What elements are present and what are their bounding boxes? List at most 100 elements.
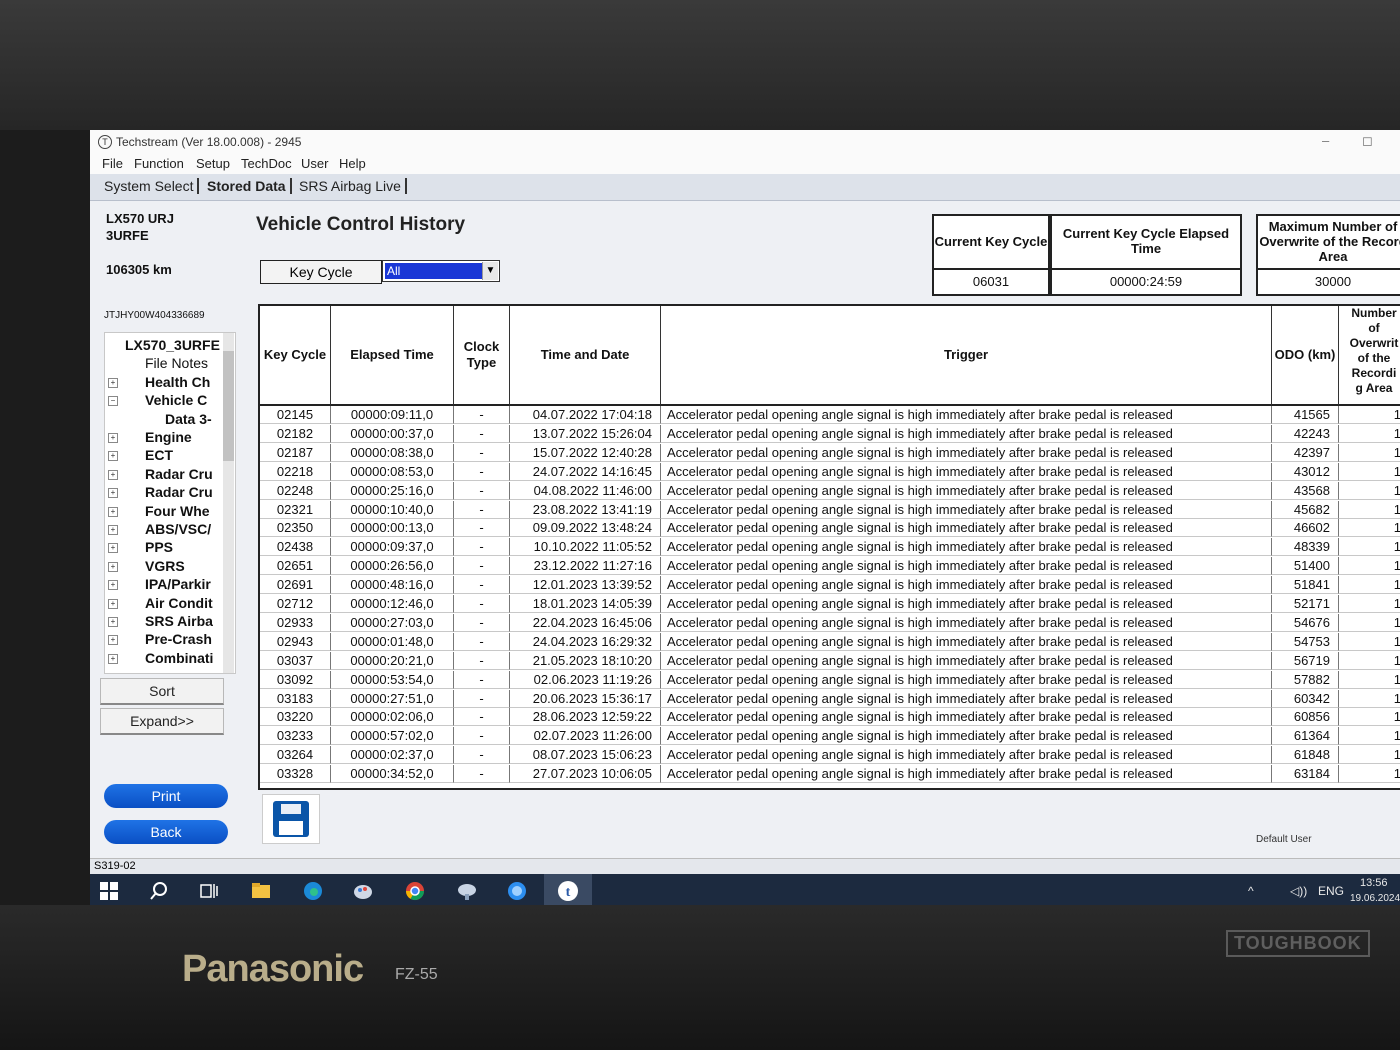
back-button[interactable]: Back xyxy=(104,820,228,844)
expand-icon[interactable]: + xyxy=(108,617,118,627)
table-row[interactable]: 02933 00000:27:03,0-22.04.2023 16:45:06 Ac… xyxy=(260,613,1400,632)
tab-system-select[interactable]: System Select xyxy=(100,178,200,194)
col-header-time-date[interactable]: Time and Date xyxy=(510,306,661,406)
table-row[interactable]: 02182 00000:00:37,0-13.07.2022 15:26:04 Ac… xyxy=(260,424,1400,443)
expand-icon[interactable]: + xyxy=(108,433,118,443)
col-header-trigger[interactable]: Trigger xyxy=(661,306,1272,406)
expand-icon[interactable]: + xyxy=(108,469,118,480)
table-row[interactable]: 03183 00000:27:51,0-20.06.2023 15:36:17 Ac… xyxy=(260,689,1400,708)
tree-item[interactable]: File Notes xyxy=(105,355,223,373)
expand-icon[interactable]: + xyxy=(108,580,118,591)
menu-help[interactable]: Help xyxy=(339,156,366,171)
cell-elapsed-time: 00000:09:37,0 xyxy=(331,538,454,557)
table-row[interactable]: 02943 00000:01:48,0-24.04.2023 16:29:32 Ac… xyxy=(260,632,1400,651)
expand-icon[interactable]: + xyxy=(108,598,118,609)
expand-icon[interactable]: + xyxy=(108,543,118,554)
col-header-clock-type[interactable]: Clock Type xyxy=(454,306,510,406)
speaker-icon[interactable]: ◁)) xyxy=(1290,884,1307,898)
data-tree[interactable]: LX570_3URFE File Notes + Health Ch − Vehicle … xyxy=(104,332,236,674)
sort-button[interactable]: Sort xyxy=(100,678,224,705)
file-explorer-icon[interactable] xyxy=(250,880,272,902)
menu-setup[interactable]: Setup xyxy=(196,156,230,171)
tree-item[interactable]: LX570_3URFE xyxy=(105,337,223,355)
menu-user[interactable]: User xyxy=(301,156,328,171)
tree-item[interactable]: Data 3- xyxy=(105,411,223,429)
key-cycle-select[interactable]: All ▼ xyxy=(382,260,500,282)
col-header-key-cycle[interactable]: Key Cycle xyxy=(260,306,331,406)
restore-button[interactable]: ◻ xyxy=(1362,133,1373,149)
tree-item[interactable]: + Health Ch xyxy=(105,374,223,392)
tree-item[interactable]: + Pre-Crash xyxy=(105,631,223,649)
table-row[interactable]: 03092 00000:53:54,0-02.06.2023 11:19:26 Ac… xyxy=(260,670,1400,689)
tree-item[interactable]: + IPA/Parkir xyxy=(105,576,223,594)
table-row[interactable]: 03233 00000:57:02,0-02.07.2023 11:26:00 Ac… xyxy=(260,727,1400,746)
tree-item[interactable]: + Engine xyxy=(105,429,223,447)
cell-elapsed-time: 00000:08:38,0 xyxy=(331,443,454,462)
tree-item[interactable]: + Air Condit xyxy=(105,595,223,613)
table-row[interactable]: 03220 00000:02:06,0-28.06.2023 12:59:22 Ac… xyxy=(260,708,1400,727)
col-header-overwrite-count[interactable]: Number of Overwrit of the Recordi g Area xyxy=(1339,306,1400,406)
tree-scrollbar-thumb[interactable] xyxy=(223,351,234,461)
menu-function[interactable]: Function xyxy=(134,156,184,171)
expand-icon[interactable]: + xyxy=(108,377,118,388)
table-row[interactable]: 03037 00000:20:21,0-21.05.2023 18:10:20 Ac… xyxy=(260,651,1400,670)
tray-chevron-up-icon[interactable]: ^ xyxy=(1248,884,1254,898)
tree-item[interactable]: + ABS/VSC/ xyxy=(105,521,223,539)
tree-item[interactable]: + VGRS xyxy=(105,558,223,576)
save-button[interactable] xyxy=(262,794,320,844)
expand-icon[interactable]: + xyxy=(108,653,118,664)
tree-item[interactable]: − Vehicle C xyxy=(105,392,223,410)
collapse-icon[interactable]: − xyxy=(108,396,118,407)
tree-item[interactable]: + ECT xyxy=(105,447,223,465)
expand-icon[interactable]: + xyxy=(108,506,118,517)
tree-item[interactable]: + Radar Cru xyxy=(105,466,223,484)
chevron-down-icon[interactable]: ▼ xyxy=(482,262,498,280)
table-row[interactable]: 02248 00000:25:16,0-04.08.2022 11:46:00 Ac… xyxy=(260,481,1400,500)
history-table[interactable]: Key Cycle Elapsed Time Clock Type Time a… xyxy=(258,304,1400,790)
task-view-icon[interactable] xyxy=(198,880,220,902)
tab-stored-data[interactable]: Stored Data xyxy=(203,178,292,194)
tab-srs-airbag-live[interactable]: SRS Airbag Live xyxy=(295,178,407,194)
print-button[interactable]: Print xyxy=(104,784,228,808)
tree-item[interactable]: + Combinati xyxy=(105,650,223,668)
menu-techdoc[interactable]: TechDoc xyxy=(241,156,292,171)
expand-icon[interactable]: + xyxy=(108,488,118,499)
table-row[interactable]: 02145 00000:09:11,0-04.07.2022 17:04:18 Ac… xyxy=(260,406,1400,424)
tree-item[interactable]: + SRS Airba xyxy=(105,613,223,631)
network-app-icon[interactable] xyxy=(456,880,478,902)
search-icon[interactable] xyxy=(148,880,170,902)
tree-item[interactable]: + PPS xyxy=(105,539,223,557)
table-row[interactable]: 02438 00000:09:37,0-10.10.2022 11:05:52 Ac… xyxy=(260,538,1400,557)
techstream-taskbar-item[interactable]: t xyxy=(544,874,592,908)
expand-icon[interactable]: + xyxy=(108,635,118,646)
tree-item[interactable]: + Radar Cru xyxy=(105,484,223,502)
windows-start-icon[interactable] xyxy=(98,880,120,902)
expand-button[interactable]: Expand>> xyxy=(100,708,224,735)
cell-clock-type: - xyxy=(454,689,510,708)
language-indicator[interactable]: ENG xyxy=(1318,884,1344,898)
clock-date[interactable]: 19.06.2024 xyxy=(1350,893,1400,904)
expand-icon[interactable]: + xyxy=(108,451,118,462)
table-row[interactable]: 02321 00000:10:40,0-23.08.2022 13:41:19 Ac… xyxy=(260,500,1400,519)
expand-icon[interactable]: + xyxy=(108,525,118,535)
expand-icon[interactable]: + xyxy=(108,561,118,572)
table-row[interactable]: 02187 00000:08:38,0-15.07.2022 12:40:28 Ac… xyxy=(260,443,1400,462)
clock-time[interactable]: 13:56 xyxy=(1360,877,1388,889)
firefox-browser-icon[interactable] xyxy=(506,880,528,902)
col-header-elapsed-time[interactable]: Elapsed Time xyxy=(331,306,454,406)
table-row[interactable]: 03328 00000:34:52,0-27.07.2023 10:06:05 Ac… xyxy=(260,765,1400,784)
chrome-browser-icon[interactable] xyxy=(404,880,426,902)
table-row[interactable]: 02651 00000:26:56,0-23.12.2022 11:27:16 Ac… xyxy=(260,557,1400,576)
tree-item[interactable]: + Four Whe xyxy=(105,503,223,521)
table-row[interactable]: 02350 00000:00:13,0-09.09.2022 13:48:24 Ac… xyxy=(260,519,1400,538)
table-row[interactable]: 03264 00000:02:37,0-08.07.2023 15:06:23 Ac… xyxy=(260,746,1400,765)
table-row[interactable]: 02218 00000:08:53,0-24.07.2022 14:16:45 Ac… xyxy=(260,462,1400,481)
col-header-odo[interactable]: ODO (km) xyxy=(1272,306,1339,406)
vehicle-model-line2: 3URFE xyxy=(106,228,149,243)
minimize-button[interactable]: – xyxy=(1322,133,1329,148)
edge-browser-icon[interactable] xyxy=(302,880,324,902)
menu-file[interactable]: File xyxy=(102,156,123,171)
table-row[interactable]: 02691 00000:48:16,0-12.01.2023 13:39:52 Ac… xyxy=(260,576,1400,595)
table-row[interactable]: 02712 00000:12:46,0-18.01.2023 14:05:39 Ac… xyxy=(260,595,1400,613)
paint-app-icon[interactable] xyxy=(352,880,374,902)
